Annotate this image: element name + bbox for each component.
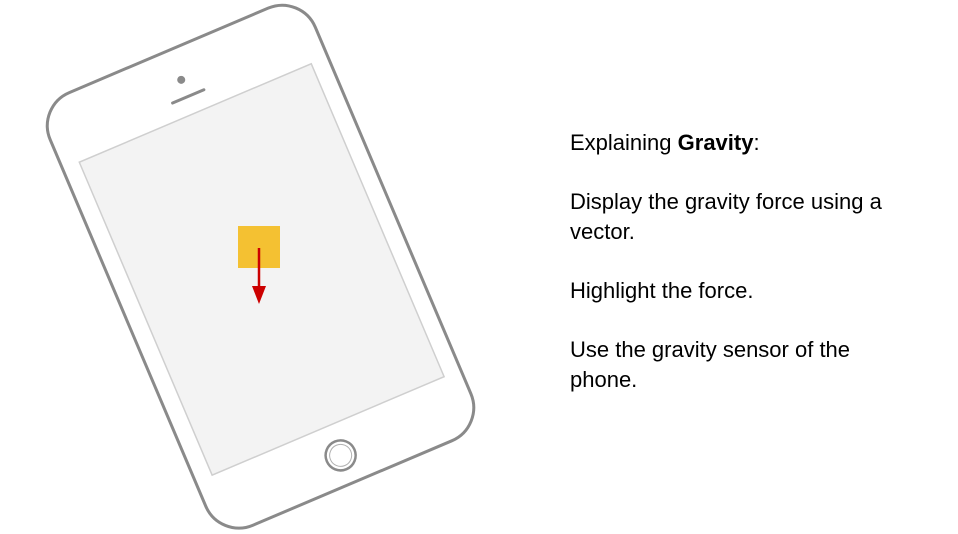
- point-vector: Display the gravity force using a vector…: [570, 189, 882, 244]
- heading-keyword: Gravity: [677, 130, 754, 155]
- heading-suffix: :: [753, 130, 760, 155]
- phone-illustration: [45, 3, 476, 530]
- point-sensor: Use the gravity sensor of the phone.: [570, 337, 851, 392]
- point-highlight: Highlight the force.: [570, 278, 754, 303]
- explanation-panel: Explaining Gravity: Display the gravity …: [570, 128, 920, 424]
- heading-prefix: Explaining: [570, 130, 678, 155]
- heading: Explaining Gravity:: [570, 128, 920, 158]
